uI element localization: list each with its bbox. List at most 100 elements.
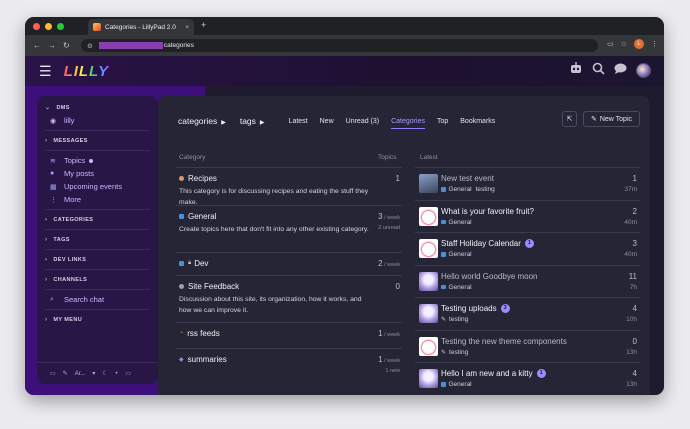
topic-row[interactable]: What is your favorite fruit? General 2 4… xyxy=(415,199,640,233)
sidebar-item-topics[interactable]: ≋ Topics xyxy=(37,154,158,167)
sidebar-section-channels[interactable]: › CHANNELS xyxy=(37,273,158,286)
browser-tab[interactable]: Categories - LillyPad 2.0 × xyxy=(88,19,194,35)
sidebar-section-my-menu[interactable]: › MY MENU xyxy=(37,313,158,326)
topic-title[interactable]: Hello I am new and a kitty 1 xyxy=(441,369,640,378)
maximize-window-button[interactable] xyxy=(57,22,64,30)
url-field[interactable]: ⚙ categories xyxy=(81,39,598,52)
topic-avatar[interactable] xyxy=(419,336,438,356)
sidebar-section-messages[interactable]: › MESSAGES xyxy=(37,134,158,147)
search-icon[interactable] xyxy=(592,62,605,78)
topic-row[interactable]: New test event General testing 1 37m xyxy=(415,167,640,200)
sidebar-dm-user[interactable]: ◉ lilly xyxy=(37,114,158,127)
sidebar-section-dms[interactable]: ⌄ DMS xyxy=(37,101,158,114)
nav-new[interactable]: New xyxy=(320,118,334,125)
category-name[interactable]: Recipes xyxy=(188,174,217,183)
nav-top[interactable]: Top xyxy=(437,118,448,125)
topic-row[interactable]: Staff Holiday Calendar 1 General 3 40m xyxy=(415,232,640,265)
breadcrumb-tags[interactable]: tags ▶ xyxy=(240,116,265,126)
topic-category[interactable]: General xyxy=(449,381,472,388)
category-unread[interactable]: 2 unread xyxy=(378,225,400,231)
topic-category[interactable]: General xyxy=(449,186,472,193)
sidebar-section-tags[interactable]: › TAGS xyxy=(37,233,158,246)
unread-badge[interactable]: 1 xyxy=(536,369,546,378)
sidebar-section-categories[interactable]: › CATEGORIES xyxy=(37,213,158,226)
topic-avatar[interactable] xyxy=(419,239,438,258)
topic-category[interactable]: General xyxy=(449,284,472,291)
topic-avatar[interactable] xyxy=(419,304,438,323)
share-icon[interactable]: ⇱ xyxy=(562,111,577,127)
category-row[interactable]: 🔒︎ Dev 2 / week xyxy=(176,252,402,275)
category-row[interactable]: ◆ summaries 1 / week 1 new xyxy=(176,348,402,378)
moon-icon[interactable]: ☾ xyxy=(102,370,107,377)
hamburger-menu-icon[interactable]: ☰ xyxy=(39,63,52,80)
breadcrumb-categories[interactable]: categories ▶ xyxy=(178,116,226,126)
category-row[interactable]: ◔ rss feeds 1 / week xyxy=(176,322,402,348)
tab-close-icon[interactable]: × xyxy=(185,24,189,31)
browser-menu-icon[interactable]: ⋮ xyxy=(651,40,658,48)
nav-unread[interactable]: Unread (3) xyxy=(346,118,379,125)
topic-avatar[interactable] xyxy=(419,174,438,193)
category-name[interactable]: summaries xyxy=(188,355,227,364)
brush-icon[interactable]: ✎ xyxy=(63,370,68,377)
category-row[interactable]: Recipes This category is for discussing … xyxy=(176,167,402,206)
plus-icon[interactable]: + xyxy=(115,371,119,377)
topic-title[interactable]: Hello world Goodbye moon xyxy=(441,272,640,281)
category-name[interactable]: Dev xyxy=(194,259,208,268)
topic-category[interactable]: General xyxy=(449,251,472,258)
category-row[interactable]: General Create topics here that don't fi… xyxy=(176,205,402,252)
nav-categories[interactable]: Categories xyxy=(391,118,425,129)
chevron-down-icon[interactable]: ▾ xyxy=(92,370,95,377)
topic-row[interactable]: Hello world Goodbye moon General 11 7h xyxy=(415,264,640,298)
topic-title[interactable]: What is your favorite fruit? xyxy=(441,207,640,216)
cast-icon[interactable]: ▭ xyxy=(607,40,614,48)
nav-latest[interactable]: Latest xyxy=(289,118,308,125)
unread-badge[interactable]: 3 xyxy=(500,304,510,313)
topic-category[interactable]: testing xyxy=(449,316,468,323)
topic-title[interactable]: Testing uploads 3 xyxy=(441,304,640,313)
topic-row[interactable]: Hello I am new and a kitty 1 General 4 13… xyxy=(415,362,640,395)
topic-row[interactable]: Testing uploads 3 ✎ testing 4 10h xyxy=(415,297,640,330)
chat-bubble-icon[interactable] xyxy=(614,63,627,78)
unread-badge[interactable]: 1 xyxy=(524,239,534,248)
theme-selector[interactable]: Ar... xyxy=(75,371,86,377)
new-topic-button[interactable]: ✎ New Topic xyxy=(583,111,640,127)
topic-avatar[interactable] xyxy=(419,206,438,226)
sidebar-item-my-posts[interactable]: ● My posts xyxy=(37,167,158,180)
topic-avatar[interactable] xyxy=(419,271,438,291)
forward-icon[interactable]: → xyxy=(48,41,56,50)
profile-avatar[interactable]: L xyxy=(634,39,644,49)
topic-category[interactable]: testing xyxy=(449,349,468,356)
topic-title[interactable]: Staff Holiday Calendar 1 xyxy=(441,239,640,248)
reload-icon[interactable]: ↻ xyxy=(63,41,70,50)
category-name[interactable]: rss feeds xyxy=(187,329,219,338)
topic-row[interactable]: Testing the new theme components ✎ testin… xyxy=(415,329,640,363)
sidebar-section-dev-links[interactable]: › DEV LINKS xyxy=(37,253,158,266)
keyboard-icon[interactable]: ▭ xyxy=(50,370,56,377)
user-avatar[interactable] xyxy=(636,62,651,78)
bookmark-star-icon[interactable]: ☆ xyxy=(621,40,627,48)
category-row[interactable]: Site Feedback Discussion about this site… xyxy=(176,275,402,322)
new-tab-button[interactable]: + xyxy=(201,20,206,30)
site-info-icon[interactable]: ⚙ xyxy=(87,42,93,50)
topic-replies: 1 xyxy=(632,174,637,183)
nav-bookmarks[interactable]: Bookmarks xyxy=(460,118,495,125)
robot-icon[interactable] xyxy=(569,62,583,78)
minimize-window-button[interactable] xyxy=(45,22,52,30)
site-logo[interactable]: LILLY xyxy=(64,63,110,80)
topic-title[interactable]: Testing the new theme components xyxy=(441,337,640,346)
topic-tag[interactable]: testing xyxy=(476,186,495,193)
divider xyxy=(45,269,150,270)
topic-category[interactable]: General xyxy=(449,219,472,226)
close-window-button[interactable] xyxy=(33,22,40,30)
sidebar-item-upcoming-events[interactable]: ▦ Upcoming events xyxy=(37,180,158,193)
toggle-sidebar-icon[interactable]: ▭ xyxy=(125,370,131,377)
topic-title[interactable]: New test event xyxy=(441,174,640,183)
back-icon[interactable]: ← xyxy=(33,41,41,50)
topic-avatar[interactable] xyxy=(419,369,438,388)
category-color-icon xyxy=(179,261,184,266)
category-name[interactable]: Site Feedback xyxy=(188,282,239,291)
category-new-count[interactable]: 1 new xyxy=(385,368,400,374)
category-name[interactable]: General xyxy=(188,212,216,221)
sidebar-item-more[interactable]: ⋮ More xyxy=(37,193,158,206)
sidebar-search-chat[interactable]: ⌕ Search chat xyxy=(37,293,158,306)
